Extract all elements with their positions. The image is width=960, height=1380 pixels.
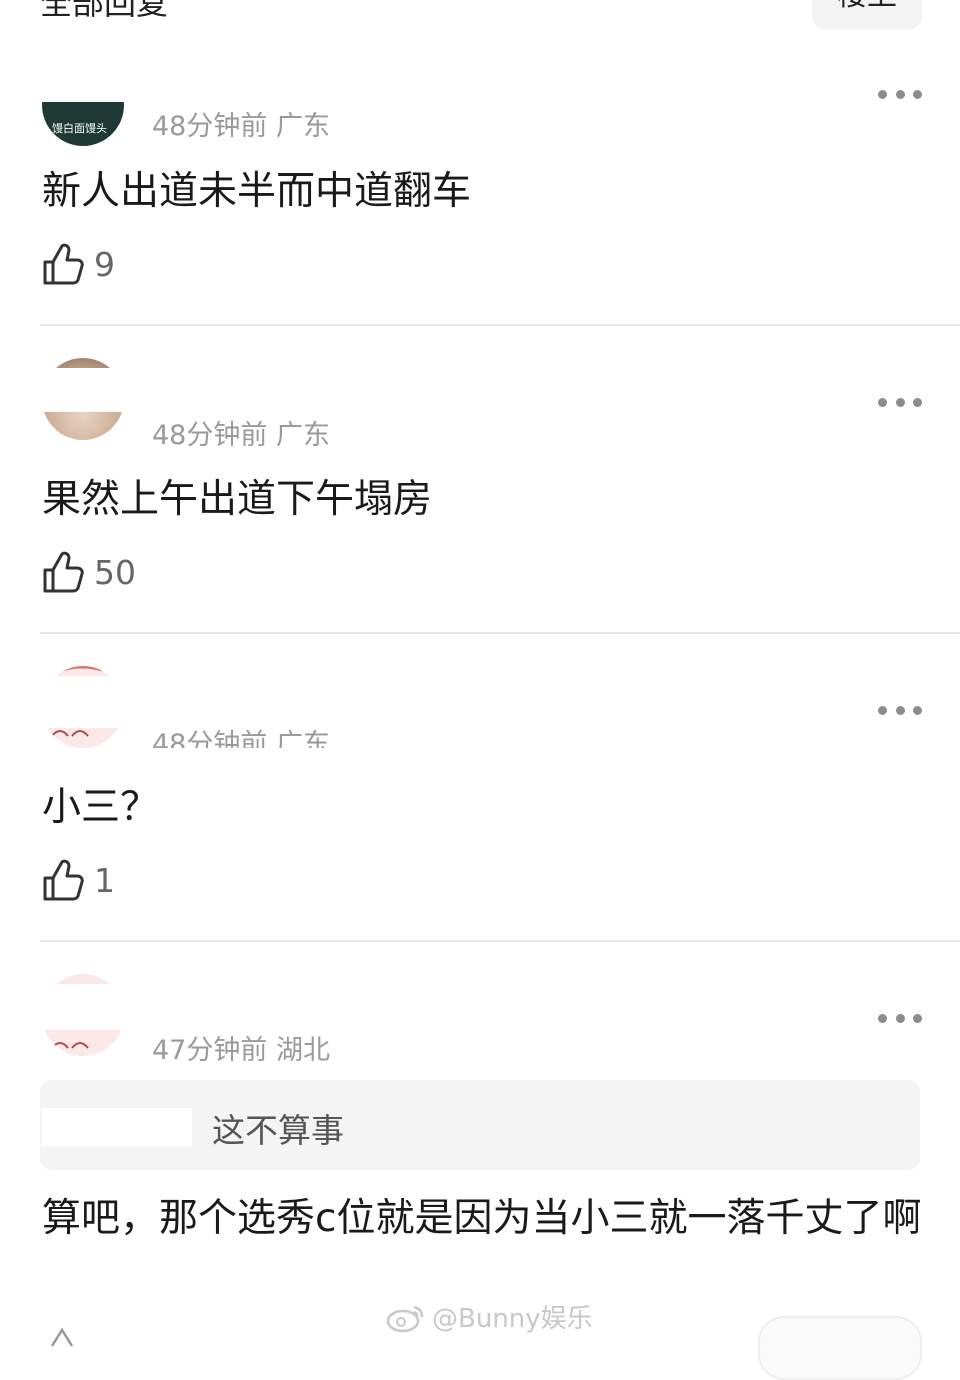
- comment-meta: 47分钟前 湖北: [152, 1035, 330, 1066]
- more-button[interactable]: [878, 396, 922, 408]
- avatar-crop: [30, 40, 140, 102]
- page-title: 全部回复: [40, 0, 169, 22]
- comment-text: 算吧，那个选秀c位就是因为当小三就一落千丈了啊: [42, 1196, 922, 1241]
- thumbs-up-icon: [43, 551, 84, 593]
- comment-meta: 48分钟前 广东: [152, 729, 330, 748]
- divider: [40, 324, 960, 326]
- more-button[interactable]: [878, 1012, 922, 1024]
- like-count: 1: [94, 860, 115, 900]
- divider: [40, 632, 960, 634]
- quote-redaction: [42, 1108, 192, 1146]
- like-button[interactable]: 9: [42, 242, 115, 286]
- avatar-crop: [30, 984, 140, 1030]
- avatar-crop: [30, 368, 140, 412]
- weibo-icon: [386, 1305, 424, 1332]
- thumbs-up-icon: [43, 243, 84, 285]
- more-button[interactable]: [878, 88, 922, 100]
- comment-text: 果然上午出道下午塌房: [42, 477, 433, 522]
- reply-icon[interactable]: [46, 1326, 76, 1350]
- reply-button[interactable]: [758, 1316, 922, 1380]
- watermark: @Bunny娱乐: [386, 1298, 593, 1335]
- floor-button-label: 楼上: [837, 0, 897, 14]
- like-button[interactable]: 1: [42, 858, 115, 902]
- comment-text: 新人出道未半而中道翻车: [42, 169, 472, 214]
- divider: [40, 940, 960, 942]
- comment-meta: 48分钟前 广东: [152, 420, 330, 451]
- more-button[interactable]: [878, 704, 922, 716]
- like-count: 50: [94, 552, 136, 592]
- quoted-reply[interactable]: 这不算事: [40, 1080, 920, 1170]
- quote-text: 这不算事: [212, 1111, 344, 1150]
- like-button[interactable]: 50: [42, 550, 136, 594]
- avatar-text: 馒白面馒头: [52, 122, 107, 135]
- like-count: 9: [94, 244, 115, 284]
- comment-meta: 48分钟前 广东: [152, 111, 330, 142]
- thumbs-up-icon: [43, 859, 84, 901]
- avatar-crop: [30, 676, 140, 728]
- floor-button[interactable]: 楼上: [812, 0, 922, 30]
- comment-text: 小三？: [42, 785, 160, 830]
- watermark-text: @Bunny娱乐: [432, 1304, 593, 1334]
